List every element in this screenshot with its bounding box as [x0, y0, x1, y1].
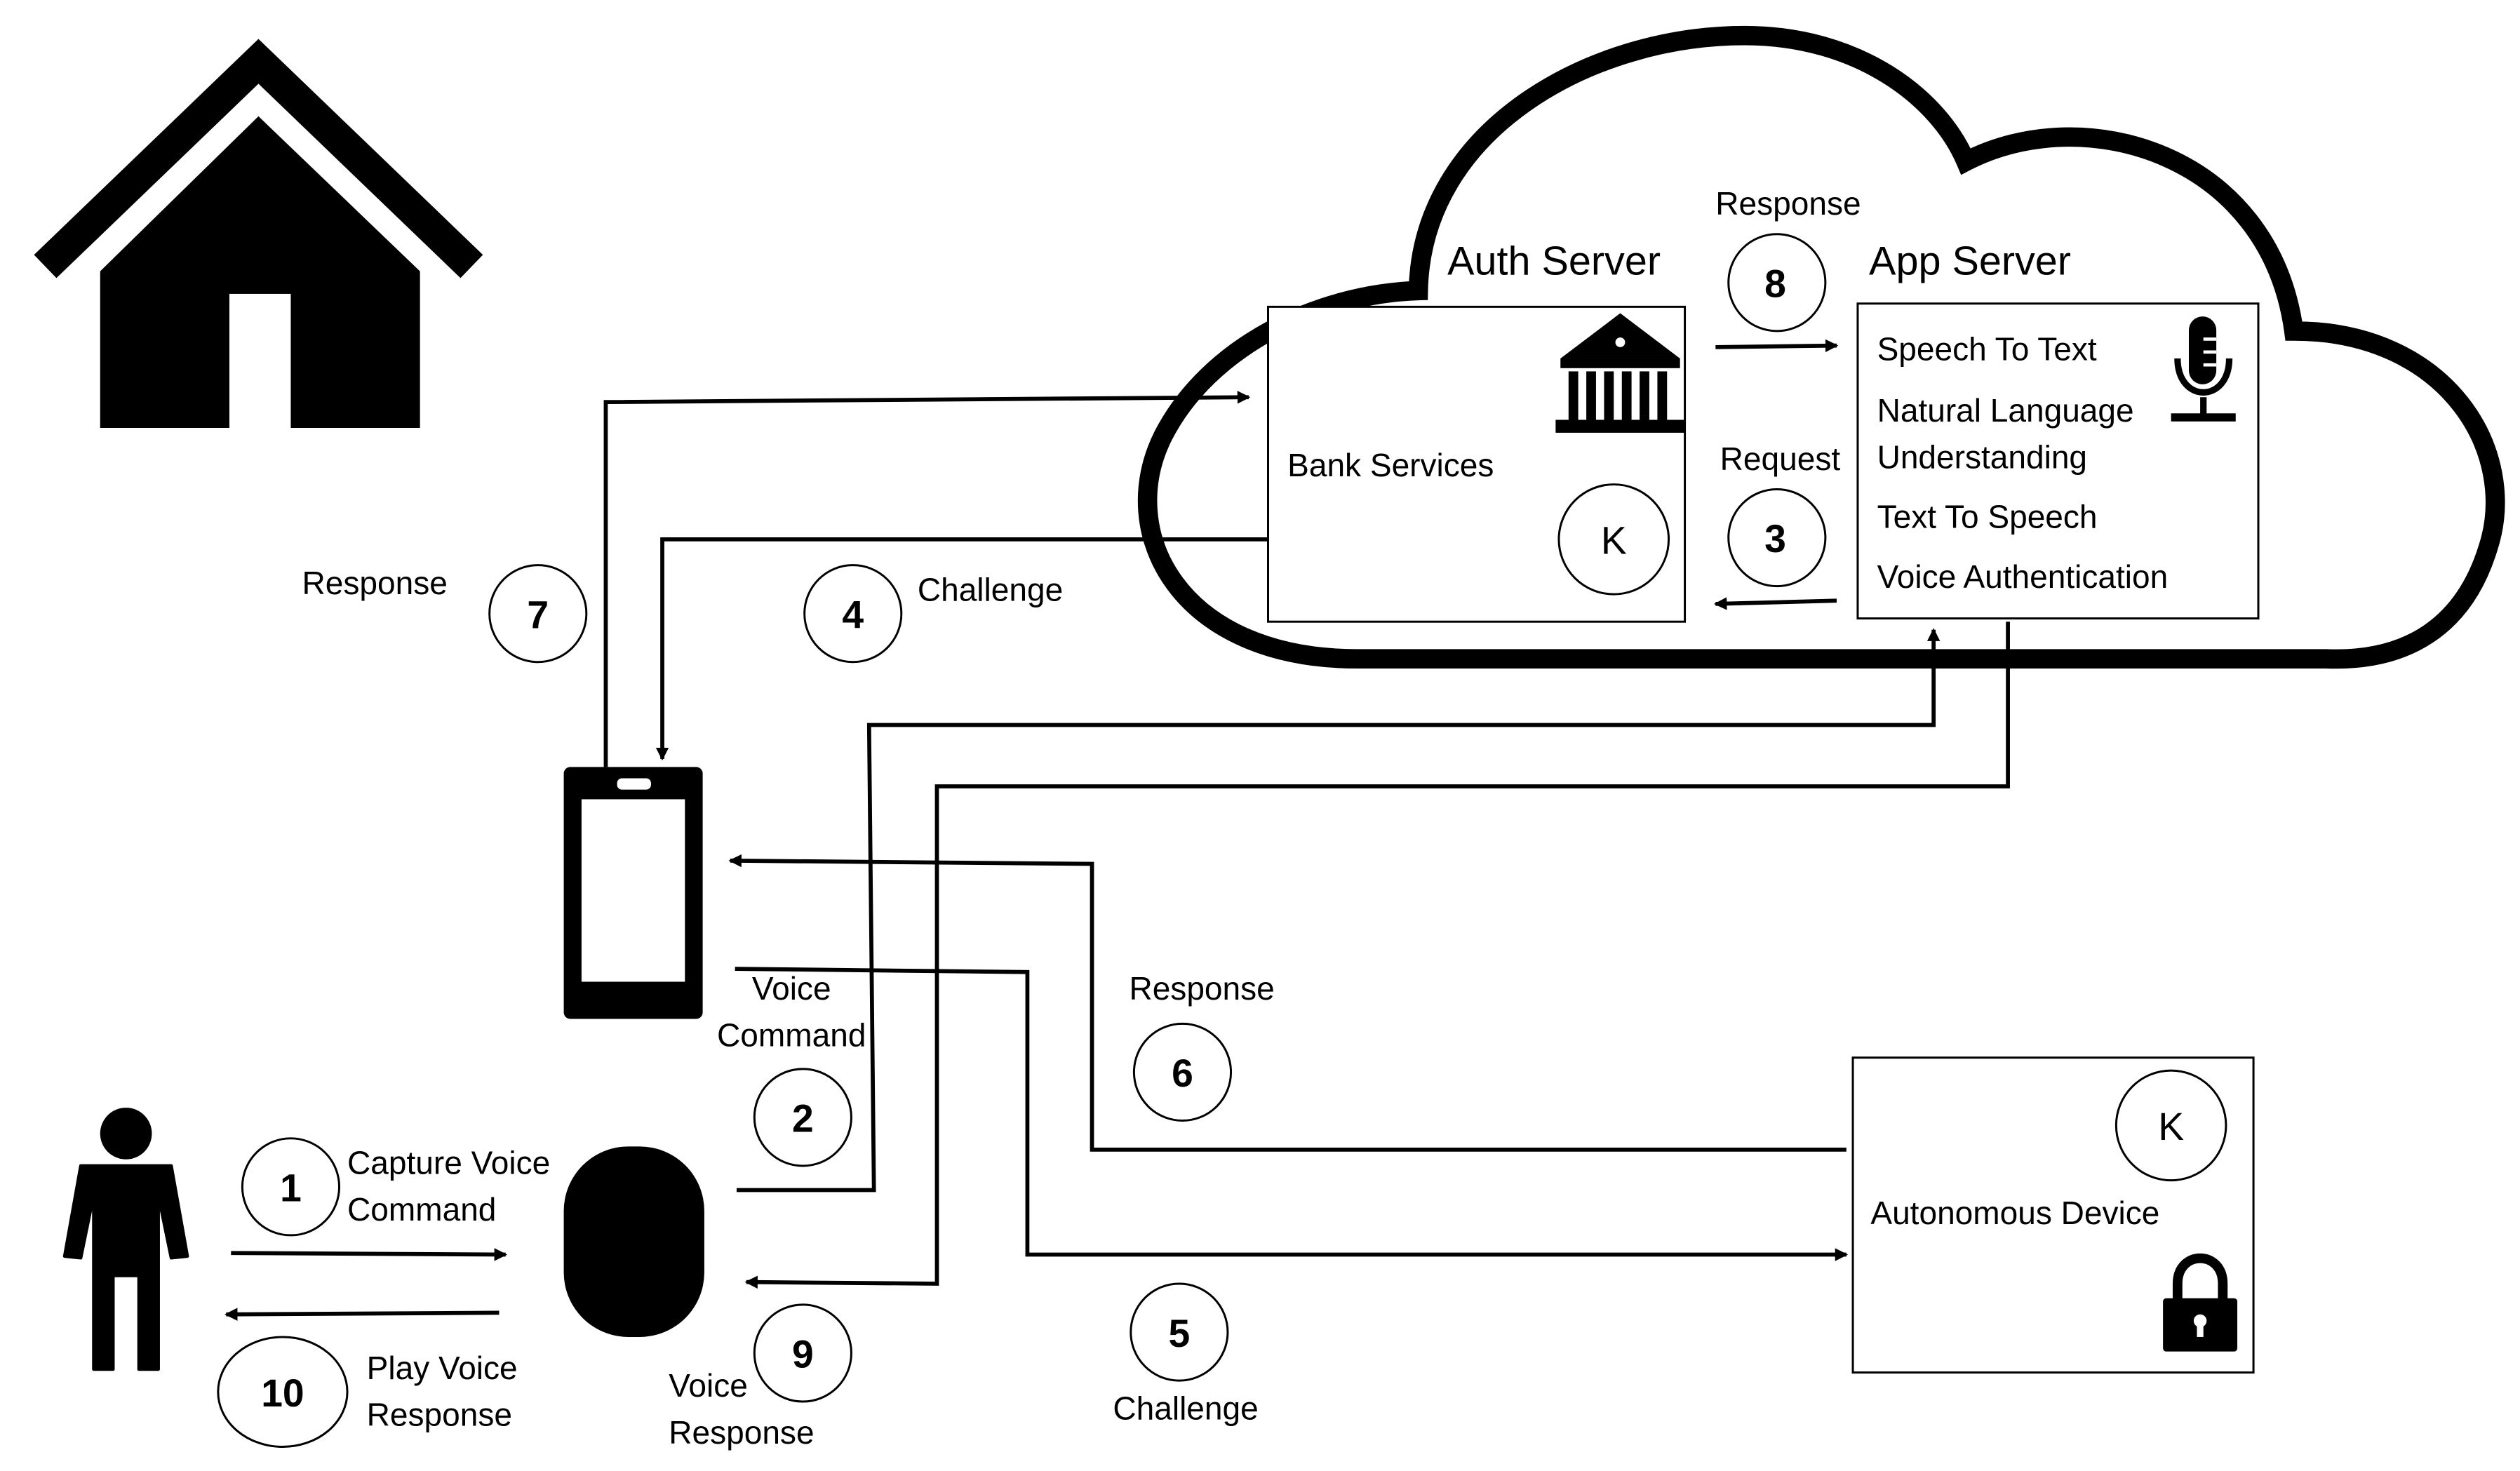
diagram: Auth Server App Server Bank Services K S… [34, 25, 2505, 1451]
autonomous-device-label: Autonomous Device [1870, 1195, 2159, 1231]
step-3-label: Request [1720, 441, 1841, 477]
auth-key-label: K [1601, 519, 1627, 563]
bank-services-label: Bank Services [1287, 447, 1494, 483]
step-10-label: Response [367, 1397, 512, 1433]
arrow-speaker-to-app [736, 628, 1941, 1193]
step-10-number: 10 [261, 1371, 304, 1415]
step-1-number: 1 [280, 1167, 302, 1210]
arrow-speaker-to-person [224, 1308, 500, 1321]
step-7-label: Response [302, 565, 448, 601]
step-2-number: 2 [792, 1097, 814, 1141]
step-6-label: Response [1129, 970, 1274, 1007]
step-8-number: 8 [1764, 262, 1786, 306]
step-10-label: Play Voice [367, 1350, 518, 1386]
arrow-phone-to-device [735, 967, 1849, 1261]
arrow-app-to-speaker [744, 622, 2010, 1289]
step-6-number: 6 [1172, 1052, 1193, 1095]
smart-speaker-icon [563, 1146, 704, 1337]
step-8-label: Response [1715, 185, 1861, 222]
step-5-number: 5 [1169, 1312, 1191, 1355]
step-7-number: 7 [527, 593, 549, 636]
arrow-person-to-speaker [231, 1248, 508, 1261]
step-9-label: Voice [669, 1367, 748, 1404]
step-4-label: Challenge [918, 571, 1063, 607]
arrow-device-to-phone [728, 854, 1847, 1152]
app-service: Natural Language [1877, 392, 2134, 429]
step-4-number: 4 [842, 593, 864, 636]
house-icon [34, 39, 483, 428]
step-9-number: 9 [792, 1333, 814, 1376]
arrow-auth-to-app [1715, 339, 1839, 353]
auth-server-title: Auth Server [1447, 239, 1661, 283]
app-service: Speech To Text [1877, 330, 2097, 367]
app-service: Voice Authentication [1877, 558, 2169, 595]
step-2-label: Voice [752, 970, 831, 1007]
step-1-label: Command [347, 1191, 496, 1228]
step-5-label: Challenge [1113, 1390, 1258, 1426]
step-1-label: Capture Voice [347, 1144, 550, 1181]
step-9-label: Response [669, 1414, 814, 1451]
person-icon [62, 1108, 189, 1371]
step-2-label: Command [717, 1017, 866, 1054]
app-service: Text To Speech [1877, 499, 2098, 535]
app-service: Understanding [1877, 439, 2087, 476]
smartphone-icon [563, 767, 703, 1019]
device-key-label: K [2158, 1105, 2184, 1148]
step-3-number: 3 [1764, 517, 1786, 560]
app-server-title: App Server [1869, 239, 2071, 283]
